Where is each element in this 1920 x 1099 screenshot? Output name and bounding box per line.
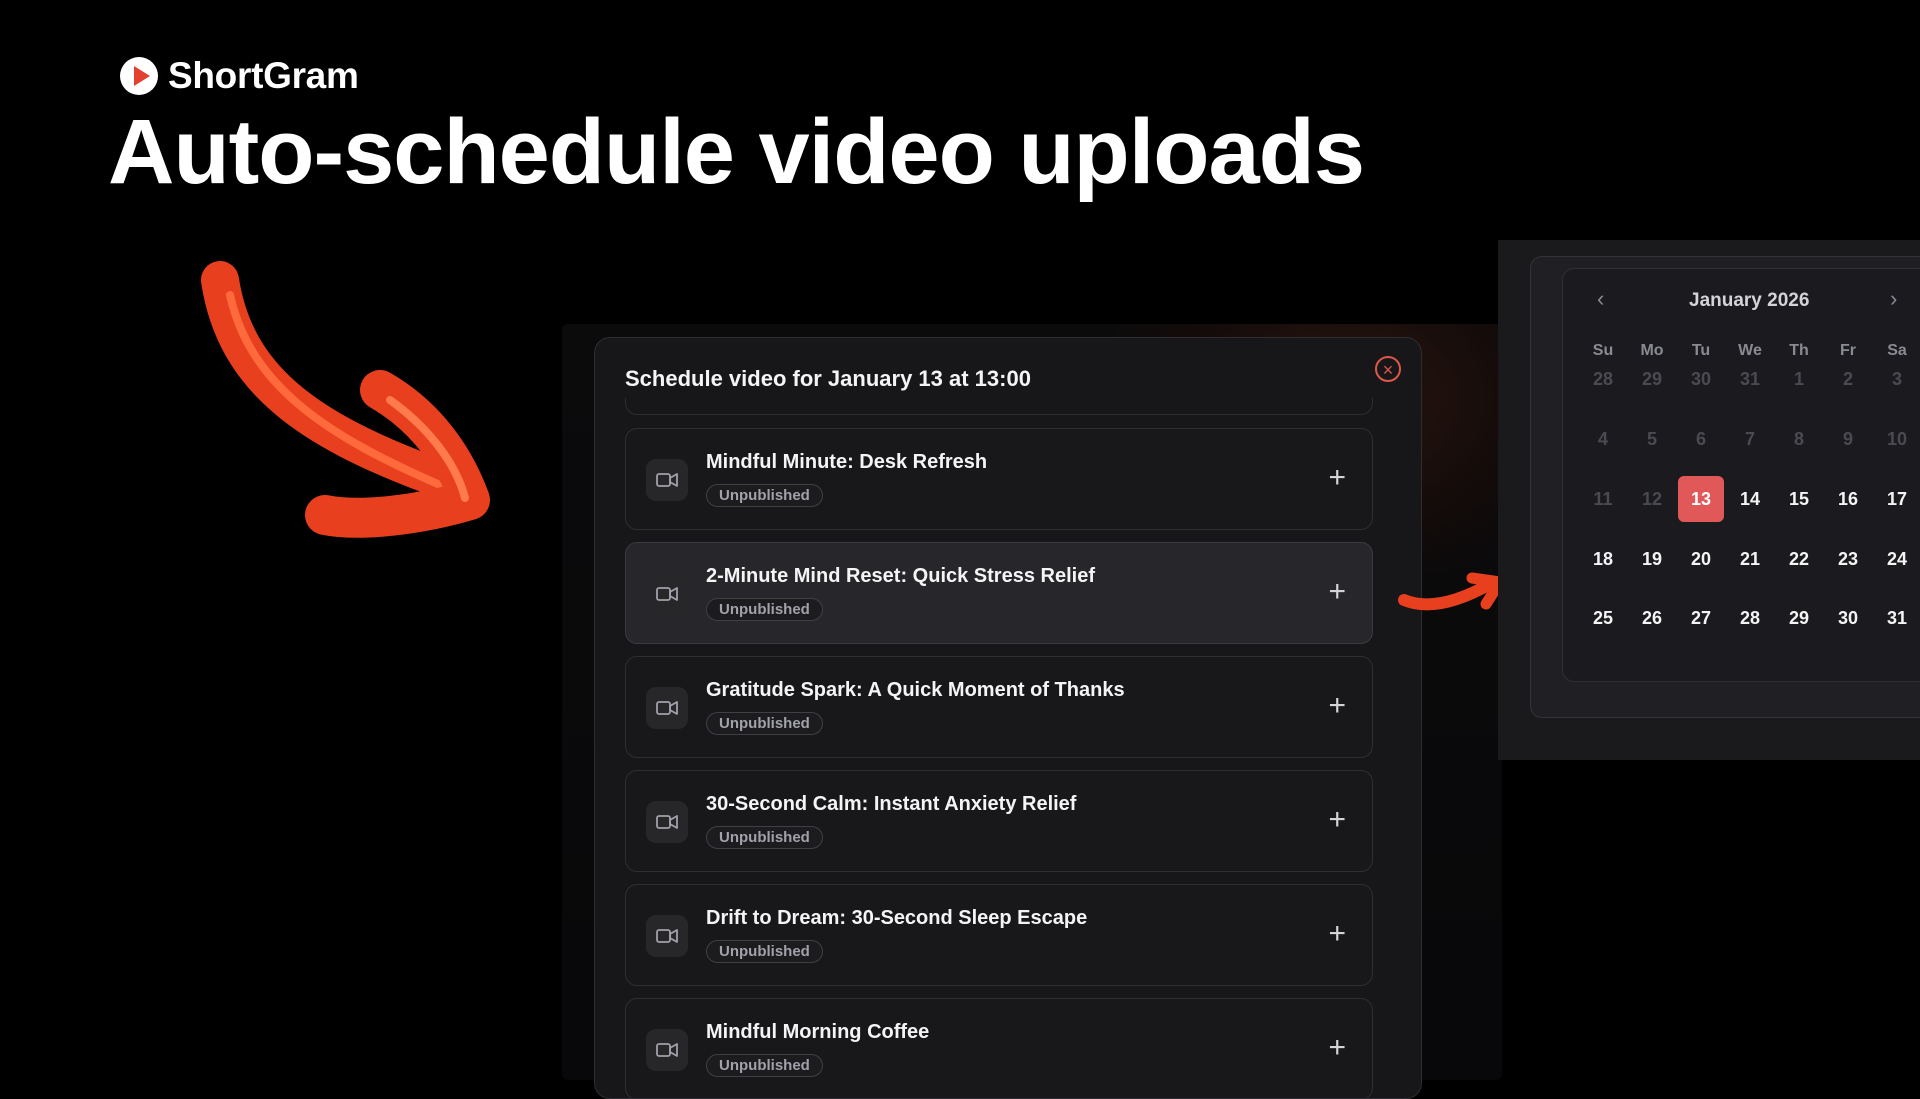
video-title: 2-Minute Mind Reset: Quick Stress Relief [706, 565, 1095, 587]
calendar-day[interactable]: 3 [1874, 356, 1920, 402]
calendar-month: January 2026 [1689, 290, 1810, 311]
calendar-day[interactable]: 22 [1776, 536, 1822, 582]
calendar-day[interactable]: 21 [1727, 536, 1773, 582]
calendar-day[interactable]: 15 [1776, 476, 1822, 522]
calendar-day[interactable]: 1 [1776, 356, 1822, 402]
calendar-day[interactable]: 8 [1776, 416, 1822, 462]
close-icon[interactable]: × [1375, 356, 1401, 382]
calendar-day[interactable]: 11 [1580, 476, 1626, 522]
play-logo-icon [120, 57, 158, 95]
calendar-day[interactable]: 18 [1580, 536, 1626, 582]
video-title: Gratitude Spark: A Quick Moment of Thank… [706, 679, 1125, 701]
video-camera-icon [646, 1029, 688, 1071]
video-camera-icon [646, 801, 688, 843]
video-title: Mindful Morning Coffee [706, 1021, 930, 1043]
plus-icon[interactable]: + [1328, 691, 1346, 721]
status-badge: Unpublished [706, 484, 823, 507]
headline: Auto-schedule video uploads [108, 101, 1365, 203]
video-title: Mindful Minute: Desk Refresh [706, 451, 988, 473]
calendar-day[interactable]: 24 [1874, 536, 1920, 582]
video-item[interactable]: Mindful Morning Coffee Unpublished + [625, 998, 1373, 1098]
calendar-day[interactable]: 13 [1678, 476, 1724, 522]
calendar-day[interactable]: 31 [1874, 595, 1920, 641]
calendar-day[interactable]: 31 [1727, 356, 1773, 402]
video-item[interactable]: 2-Minute Mind Reset: Quick Stress Relief… [625, 542, 1373, 644]
video-title: 30-Second Calm: Instant Anxiety Relief [706, 793, 1077, 815]
plus-icon[interactable]: + [1328, 919, 1346, 949]
calendar-day[interactable]: 27 [1678, 595, 1724, 641]
calendar-day[interactable]: 12 [1629, 476, 1675, 522]
scrolled-list-item-edge [625, 398, 1373, 415]
video-item[interactable]: Gratitude Spark: A Quick Moment of Thank… [625, 656, 1373, 758]
status-badge: Unpublished [706, 598, 823, 621]
video-item[interactable]: 30-Second Calm: Instant Anxiety Relief U… [625, 770, 1373, 872]
calendar-day[interactable]: 26 [1629, 595, 1675, 641]
calendar-day[interactable]: 28 [1580, 356, 1626, 402]
chevron-left-icon[interactable]: ‹ [1597, 286, 1604, 312]
video-camera-icon [646, 459, 688, 501]
calendar-day[interactable]: 5 [1629, 416, 1675, 462]
calendar-day[interactable]: 9 [1825, 416, 1871, 462]
calendar-day[interactable]: 23 [1825, 536, 1871, 582]
calendar-day[interactable]: 20 [1678, 536, 1724, 582]
calendar-day[interactable]: 25 [1580, 595, 1626, 641]
status-badge: Unpublished [706, 940, 823, 963]
calendar-day[interactable]: 30 [1825, 595, 1871, 641]
video-item[interactable]: Mindful Minute: Desk Refresh Unpublished… [625, 428, 1373, 530]
calendar-day[interactable]: 29 [1629, 356, 1675, 402]
calendar-day[interactable]: 30 [1678, 356, 1724, 402]
video-camera-icon [646, 915, 688, 957]
status-badge: Unpublished [706, 826, 823, 849]
brush-arrow-small [1398, 572, 1506, 611]
calendar-day[interactable]: 7 [1727, 416, 1773, 462]
plus-icon[interactable]: + [1328, 1033, 1346, 1063]
calendar-day[interactable]: 29 [1776, 595, 1822, 641]
plus-icon[interactable]: + [1328, 805, 1346, 835]
plus-icon[interactable]: + [1328, 463, 1346, 493]
calendar-day[interactable]: 14 [1727, 476, 1773, 522]
calendar-day[interactable]: 2 [1825, 356, 1871, 402]
calendar-day[interactable]: 10 [1874, 416, 1920, 462]
video-camera-icon [646, 573, 688, 615]
modal-title: Schedule video for January 13 at 13:00 [625, 366, 1031, 391]
brand-name: ShortGram [168, 55, 359, 96]
brush-arrow-large [201, 261, 490, 538]
calendar-day[interactable]: 16 [1825, 476, 1871, 522]
plus-icon[interactable]: + [1328, 577, 1346, 607]
status-badge: Unpublished [706, 712, 823, 735]
chevron-right-icon[interactable]: › [1890, 286, 1897, 312]
video-camera-icon [646, 687, 688, 729]
video-item[interactable]: Drift to Dream: 30-Second Sleep Escape U… [625, 884, 1373, 986]
calendar-day[interactable]: 28 [1727, 595, 1773, 641]
calendar-day[interactable]: 19 [1629, 536, 1675, 582]
schedule-video-modal: Schedule video for January 13 at 13:00 ×… [594, 337, 1422, 1099]
calendar-day[interactable]: 17 [1874, 476, 1920, 522]
calendar-day[interactable]: 6 [1678, 416, 1724, 462]
video-title: Drift to Dream: 30-Second Sleep Escape [706, 907, 1088, 929]
brand: ShortGram [120, 55, 359, 97]
status-badge: Unpublished [706, 1054, 823, 1077]
video-list: Mindful Minute: Desk Refresh Unpublished… [625, 428, 1373, 1098]
calendar-day[interactable]: 4 [1580, 416, 1626, 462]
